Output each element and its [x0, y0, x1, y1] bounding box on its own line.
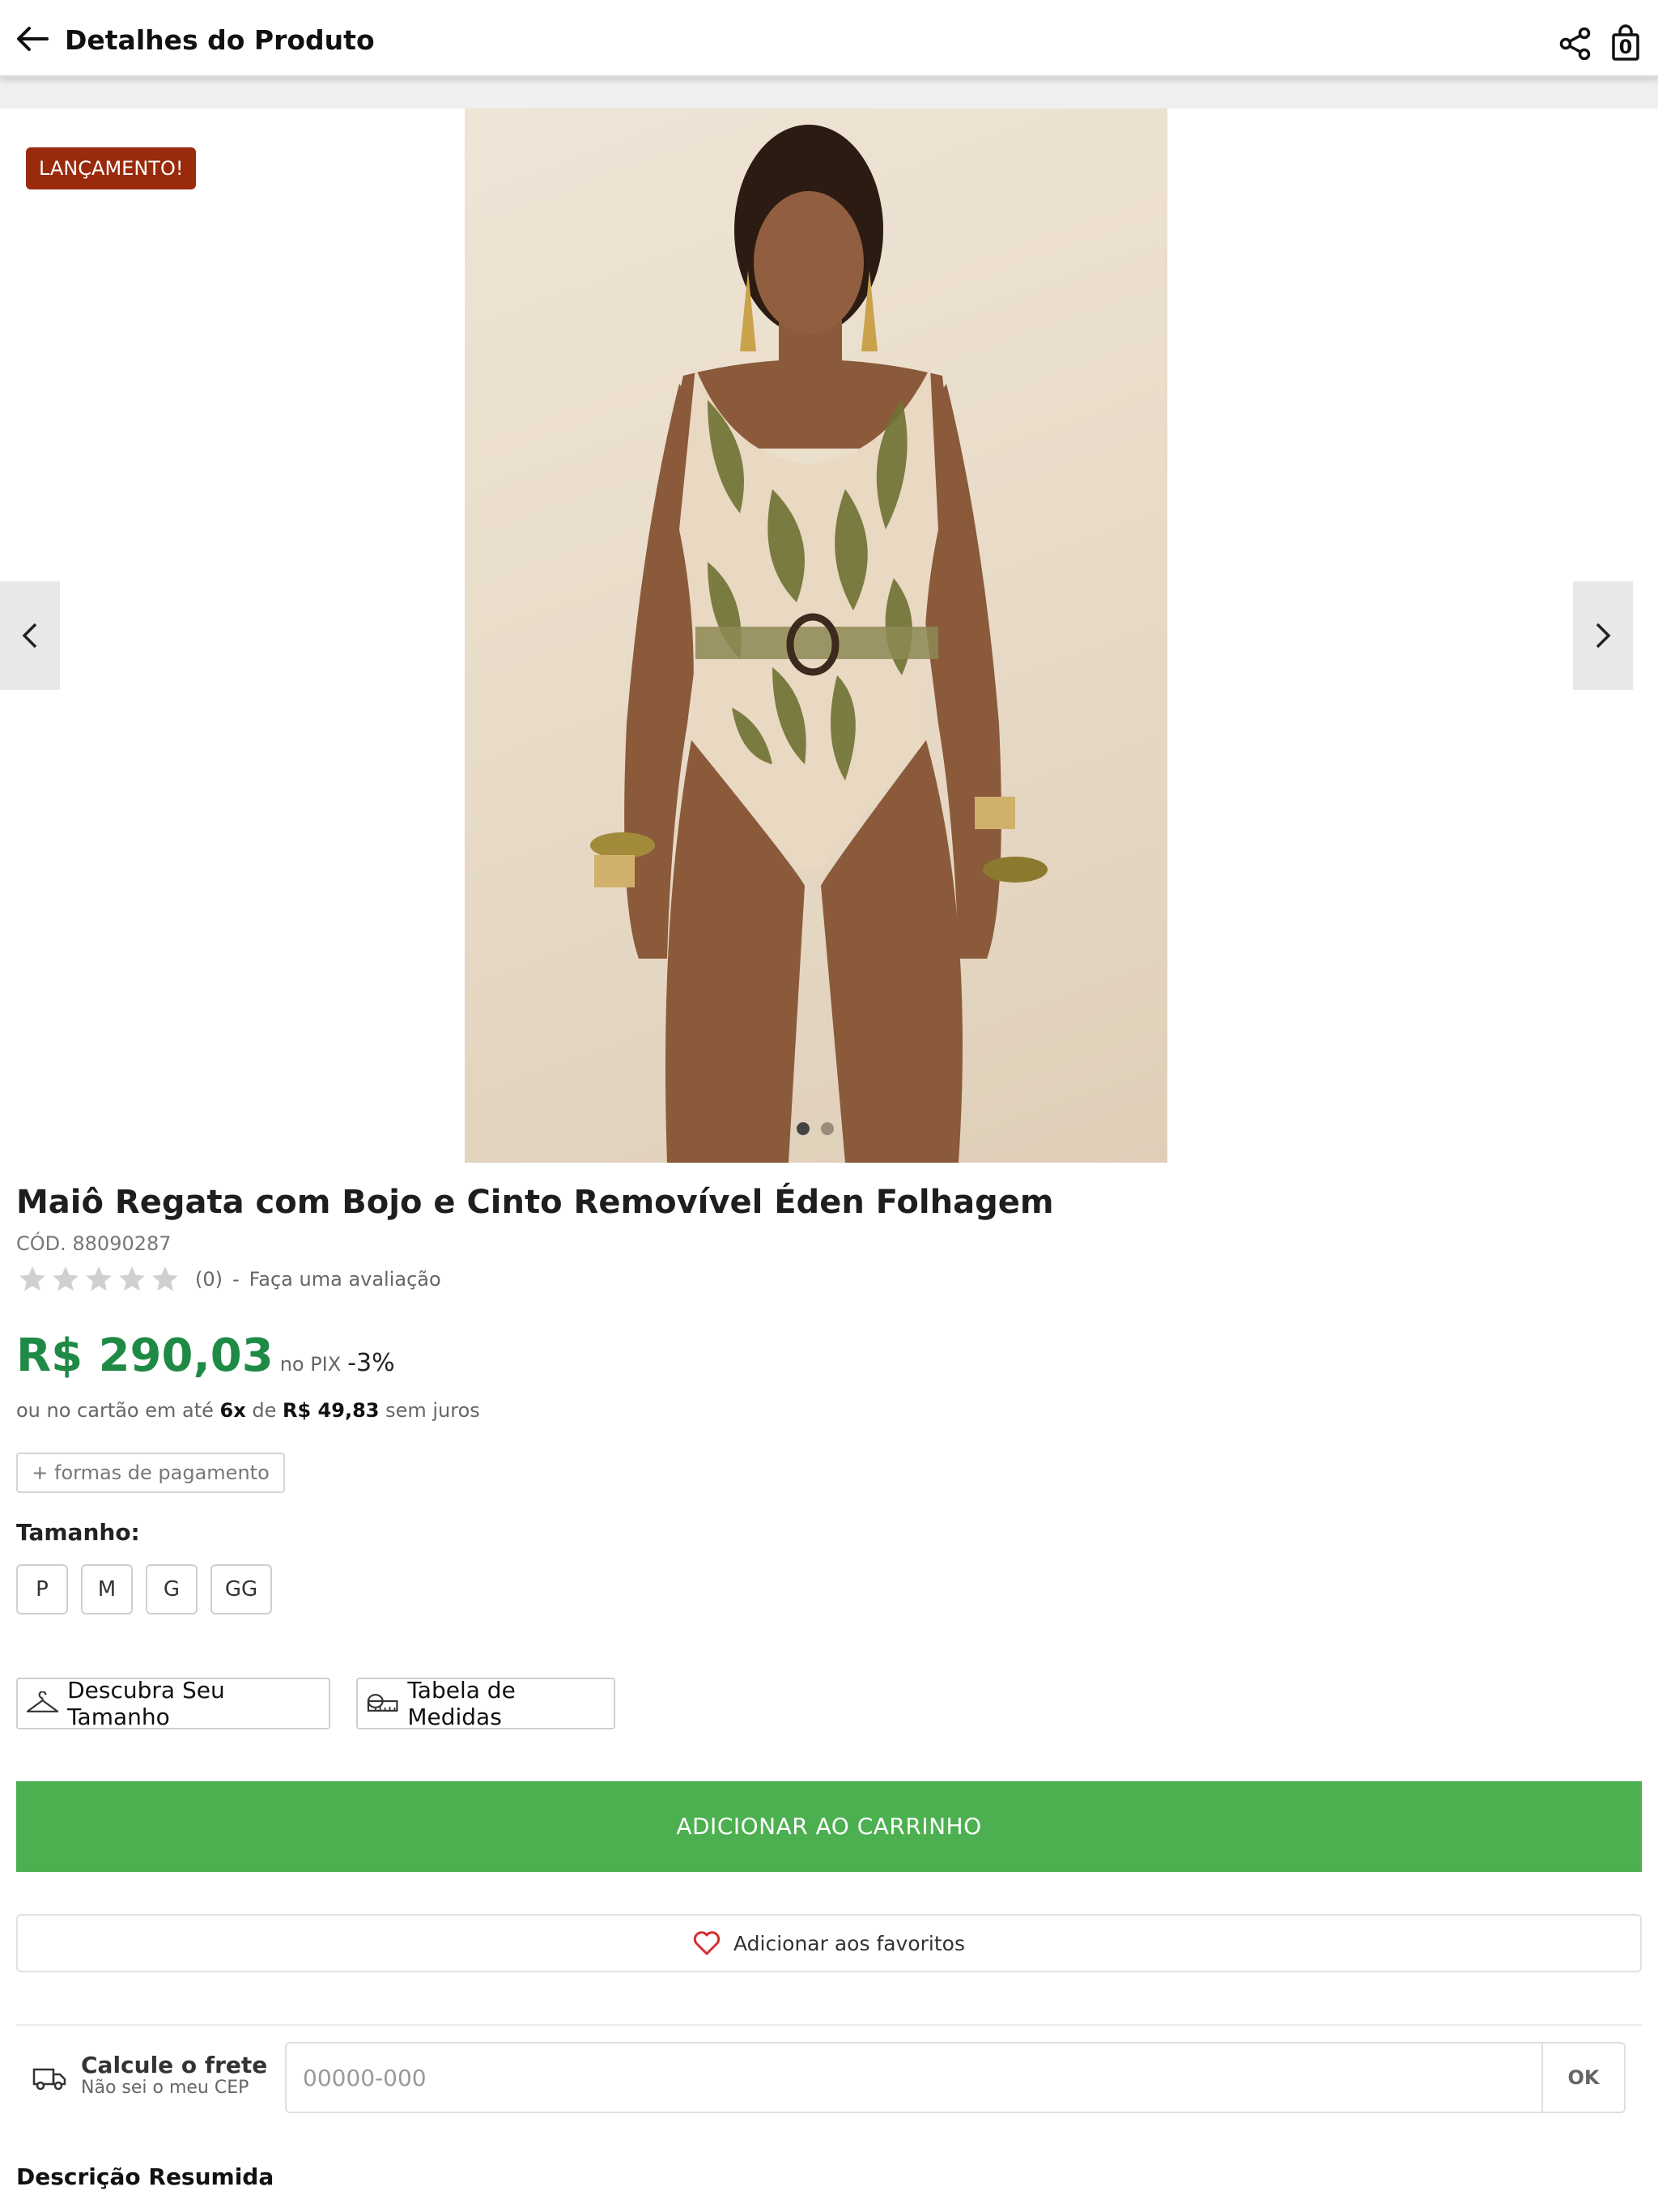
star-icon[interactable] — [49, 1264, 82, 1295]
size-chart-label: Tabela de Medidas — [407, 1677, 516, 1730]
product-code: CÓD. 88090287 — [16, 1232, 172, 1255]
heart-icon — [693, 1931, 721, 1955]
back-arrow-icon — [17, 27, 49, 51]
launch-badge: LANÇAMENTO! — [26, 147, 197, 189]
cart-count-badge: 0 — [1618, 36, 1633, 58]
payment-options-button[interactable]: + formas de pagamento — [16, 1453, 285, 1493]
back-button[interactable] — [15, 24, 50, 53]
size-label: Tamanho: — [16, 1519, 140, 1546]
description-title: Descrição Resumida — [16, 2163, 274, 2190]
installments-count: 6x — [219, 1399, 246, 1422]
star-icon[interactable] — [16, 1264, 49, 1295]
cep-ok-button[interactable]: OK — [1541, 2044, 1624, 2112]
favorites-label: Adicionar aos favoritos — [733, 1931, 965, 1955]
shipping-title: Calcule o frete — [81, 2052, 268, 2078]
cep-input[interactable] — [287, 2044, 1541, 2112]
price-row: R$ 290,03 no PIX -3% — [16, 1329, 395, 1382]
installments-prefix: ou no cartão em até — [16, 1399, 214, 1422]
gallery-next-button[interactable] — [1573, 581, 1633, 690]
product-photo-illustration — [590, 125, 1048, 1163]
page-title: Detalhes do Produto — [65, 24, 375, 56]
header-spacer — [0, 78, 1658, 108]
price-method: no PIX — [279, 1353, 342, 1376]
truck-icon — [32, 2068, 66, 2091]
find-size-label: Descubra Seu Tamanho — [67, 1677, 225, 1730]
gallery-pagination — [797, 1122, 845, 1138]
installments-suffix: sem juros — [385, 1399, 480, 1422]
star-icon[interactable] — [83, 1264, 115, 1295]
product-gallery: LANÇAMENTO! — [0, 108, 1658, 1163]
product-image[interactable] — [465, 108, 1167, 1163]
size-option-m[interactable]: M — [81, 1564, 133, 1614]
unknown-cep-link[interactable]: Não sei o meu CEP — [81, 2078, 249, 2098]
write-review-link[interactable]: Faça uma avaliação — [249, 1268, 441, 1291]
star-icon[interactable] — [149, 1264, 181, 1295]
cep-form: OK — [285, 2042, 1626, 2113]
add-to-favorites-button[interactable]: Adicionar aos favoritos — [16, 1914, 1642, 1972]
measuring-tape-icon — [367, 1694, 398, 1712]
hanger-icon — [26, 1691, 59, 1712]
share-button[interactable] — [1559, 27, 1592, 61]
installments-info: ou no cartão em até 6x de R$ 49,83 sem j… — [16, 1399, 480, 1422]
rating-count: (0) — [195, 1268, 223, 1291]
size-option-p[interactable]: P — [16, 1564, 68, 1614]
find-size-button[interactable]: Descubra Seu Tamanho — [16, 1677, 330, 1730]
size-option-g[interactable]: G — [146, 1564, 198, 1614]
cart-button[interactable]: 0 — [1611, 24, 1640, 62]
gallery-dot[interactable] — [821, 1122, 834, 1135]
size-chart-button[interactable]: Tabela de Medidas — [356, 1677, 615, 1730]
app-header: Detalhes do Produto 0 — [0, 0, 1658, 78]
chevron-left-icon — [22, 623, 37, 649]
size-option-gg[interactable]: GG — [210, 1564, 272, 1614]
share-icon — [1559, 27, 1591, 61]
add-to-cart-button[interactable]: ADICIONAR AO CARRINHO — [16, 1781, 1642, 1872]
star-icon[interactable] — [116, 1264, 148, 1295]
installments-amount: R$ 49,83 — [283, 1399, 380, 1422]
rating-separator: - — [232, 1268, 240, 1291]
gallery-dot-active[interactable] — [797, 1122, 810, 1135]
gallery-prev-button[interactable] — [0, 581, 60, 690]
rating-row: (0) - Faça uma avaliação — [16, 1263, 441, 1295]
section-divider — [16, 2024, 1642, 2026]
chevron-right-icon — [1596, 623, 1611, 649]
pix-price: R$ 290,03 — [16, 1329, 274, 1382]
price-discount: -3% — [347, 1349, 395, 1377]
installments-of: de — [252, 1399, 277, 1422]
product-name: Maiô Regata com Bojo e Cinto Removível É… — [16, 1184, 1054, 1221]
